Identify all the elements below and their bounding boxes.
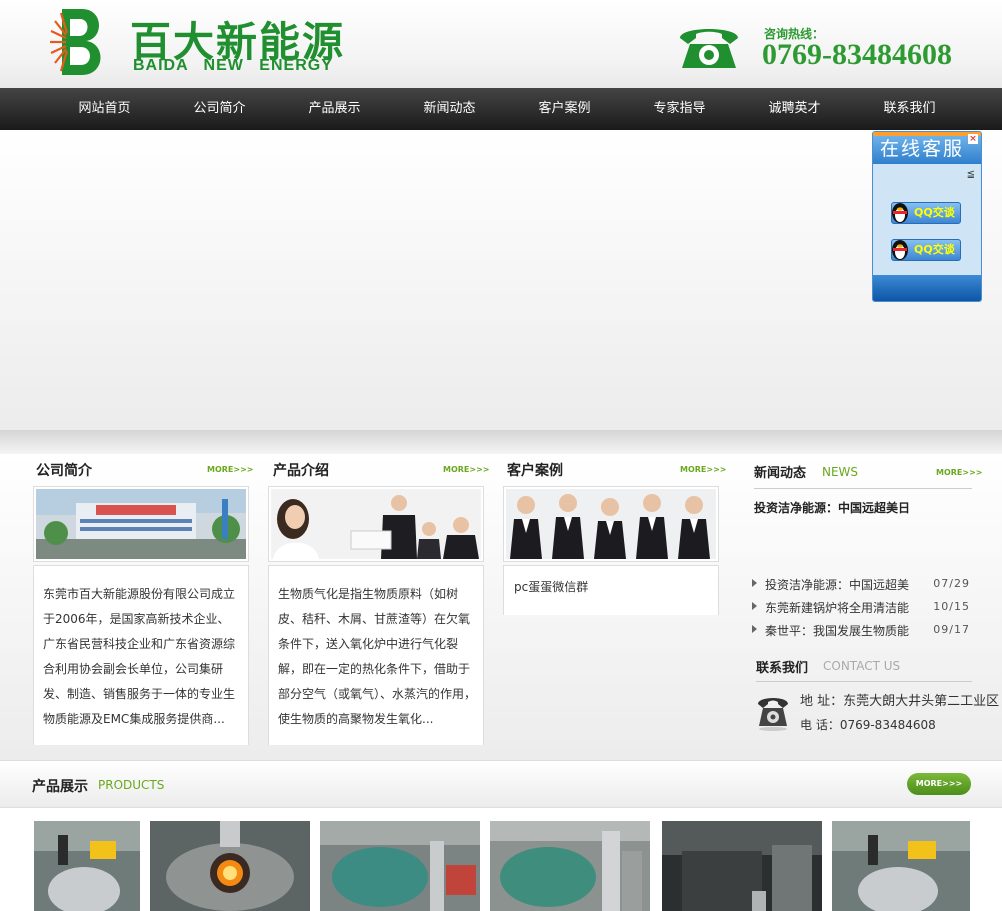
news-list: 投资洁净能源：中国远超美 07/29 东莞新建锅炉将全用清洁能 10/15 秦世… [752, 574, 972, 643]
product-image-2[interactable] [150, 821, 310, 911]
news-divider [754, 488, 972, 489]
online-service-panel: 在线客服 × ≦ QQ交谈 QQ交谈 [872, 131, 982, 302]
products-title: 产品展示 [32, 779, 88, 795]
news-item-date: 07/29 [933, 577, 970, 590]
news-item-title[interactable]: 投资洁净能源：中国远超美 [765, 576, 909, 593]
qq-chat-button[interactable]: QQ交谈 [891, 202, 961, 224]
about-more-link[interactable]: MORE>>> [207, 465, 254, 474]
news-item-title[interactable]: 秦世平：我国发展生物质能 [765, 622, 909, 639]
contact-phone: 电 话：0769-83484608 [800, 718, 936, 732]
products-more-button[interactable]: MORE>>> [907, 773, 971, 795]
news-headline[interactable]: 投资洁净能源：中国远超美日 [754, 499, 910, 516]
news-title-en: NEWS [822, 465, 859, 479]
news-item[interactable]: 投资洁净能源：中国远超美 07/29 [752, 574, 972, 597]
online-service-title: 在线客服 [873, 132, 981, 164]
news-more-link[interactable]: MORE>>> [936, 468, 983, 477]
qq-penguin-icon [892, 240, 908, 260]
cases-caption[interactable]: pc蛋蛋微信群 [514, 575, 588, 600]
product-image-1[interactable] [34, 821, 140, 911]
news-item[interactable]: 东莞新建锅炉将全用清洁能 10/15 [752, 597, 972, 620]
contact-divider [756, 681, 972, 682]
product-image-5[interactable] [662, 821, 822, 911]
nav-expert[interactable]: 专家指导 [622, 88, 737, 130]
product-image-6[interactable] [832, 821, 970, 911]
banner-area [0, 130, 1002, 430]
bullet-arrow-icon [752, 602, 757, 610]
telephone-icon [680, 29, 738, 68]
news-item[interactable]: 秦世平：我国发展生物质能 09/17 [752, 620, 972, 643]
qq-chat-button[interactable]: QQ交谈 [891, 239, 961, 261]
product-image-3[interactable] [320, 821, 480, 911]
nav-products[interactable]: 产品展示 [277, 88, 392, 130]
news-item-date: 09/17 [933, 623, 970, 636]
product-intro-more-link[interactable]: MORE>>> [443, 465, 490, 474]
nav-contact[interactable]: 联系我们 [852, 88, 967, 130]
product-image-4[interactable] [490, 821, 650, 911]
contact-title: 联系我们 [756, 661, 809, 676]
qq-penguin-icon [892, 203, 908, 223]
nav-about[interactable]: 公司简介 [162, 88, 277, 130]
contact-address: 地 址：东莞大朗大井头第二工业区 [800, 694, 1000, 709]
qq-chat-label: QQ交谈 [914, 206, 955, 219]
team-photo-image[interactable] [506, 489, 716, 559]
cases-more-link[interactable]: MORE>>> [680, 465, 727, 474]
product-intro-title: 产品介绍 [273, 463, 329, 479]
product-intro-text: 生物质气化是指生物质原料（如树皮、秸秆、木屑、甘蔗渣等）在欠氧条件下，送入氧化炉… [278, 587, 477, 726]
close-icon[interactable]: × [968, 134, 978, 144]
cases-title: 客户案例 [507, 463, 563, 479]
qq-chat-label: QQ交谈 [914, 243, 955, 256]
online-service-footer [873, 275, 981, 301]
banner-divider [0, 430, 1002, 454]
nav-jobs[interactable]: 诚聘英才 [737, 88, 852, 130]
about-text: 东莞市百大新能源股份有限公司成立于2006年，是国家高新技术企业、广东省民营科技… [43, 587, 236, 726]
main-nav: 网站首页 公司简介 产品展示 新闻动态 客户案例 专家指导 诚聘英才 联系我们 [0, 88, 1002, 130]
company-building-image[interactable] [36, 489, 246, 559]
nav-cases[interactable]: 客户案例 [507, 88, 622, 130]
news-title: 新闻动态 [754, 466, 807, 481]
bullet-arrow-icon [752, 579, 757, 587]
brand-name-en: BAIDA NEW ENERGY [133, 57, 333, 74]
nav-home[interactable]: 网站首页 [47, 88, 162, 130]
hotline-number: 0769-83484608 [762, 38, 952, 71]
news-item-title[interactable]: 东莞新建锅炉将全用清洁能 [765, 599, 909, 616]
business-people-image[interactable] [271, 489, 481, 559]
bullet-arrow-icon [752, 625, 757, 633]
news-item-date: 10/15 [933, 600, 970, 613]
minimize-icon[interactable]: ≦ [967, 169, 975, 180]
nav-news[interactable]: 新闻动态 [392, 88, 507, 130]
site-header: 百大新能源 BAIDA NEW ENERGY 咨询热线： 0769-834846… [0, 0, 1002, 88]
about-title: 公司简介 [36, 463, 92, 479]
telephone-icon [758, 698, 788, 731]
logo-icon[interactable] [48, 7, 106, 77]
contact-title-en: CONTACT US [823, 659, 901, 673]
products-title-en: PRODUCTS [98, 778, 165, 792]
